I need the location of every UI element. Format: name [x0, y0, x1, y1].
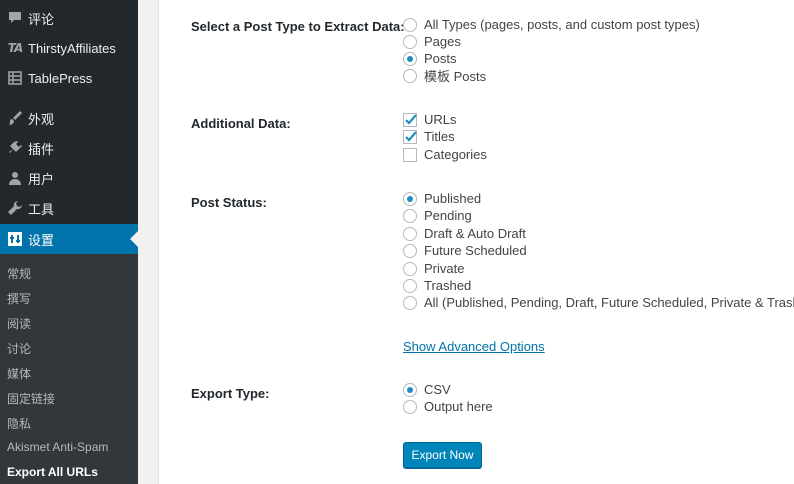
option-label: All (Published, Pending, Draft, Future S… [424, 295, 794, 310]
menu-item-comments[interactable]: 评论 [0, 3, 138, 33]
radio-button[interactable] [403, 34, 417, 49]
menu-item-users[interactable]: 用户 [0, 163, 138, 193]
radio-button[interactable] [403, 243, 417, 258]
post-status-option-draft[interactable]: Draft & Auto Draft [403, 225, 526, 242]
post-status-option-published[interactable]: Published [403, 190, 481, 207]
menu-item-tablepress[interactable]: TablePress [0, 63, 138, 93]
option-label: CSV [424, 382, 451, 397]
show-advanced-options-link[interactable]: Show Advanced Options [403, 339, 545, 354]
menu-item-label: ThirstyAffiliates [28, 40, 116, 56]
post-type-option-all[interactable]: All Types (pages, posts, and custom post… [403, 16, 700, 33]
menu-item-tools[interactable]: 工具 [0, 193, 138, 223]
active-menu-arrow [130, 231, 138, 247]
export-settings-form: Select a Post Type to Extract Data: All … [158, 0, 794, 484]
export-type-option-csv[interactable]: CSV [403, 381, 451, 398]
admin-sidebar: 评论 TA ThirstyAffiliates TablePress 外观 插件 [0, 0, 138, 484]
menu-item-label: 设置 [28, 232, 55, 248]
option-label: Posts [424, 51, 457, 66]
post-status-option-all[interactable]: All (Published, Pending, Draft, Future S… [403, 294, 794, 311]
menu-item-label: 插件 [28, 141, 55, 157]
menu-item-label: TablePress [28, 70, 93, 86]
submenu-item-export-all-urls[interactable]: Export All URLs [7, 465, 98, 479]
radio-button-selected[interactable] [403, 51, 417, 66]
post-status-option-pending[interactable]: Pending [403, 207, 472, 224]
radio-button[interactable] [403, 208, 417, 223]
submenu-item-permalinks[interactable]: 固定链接 [7, 390, 55, 407]
paintbrush-icon [5, 108, 25, 128]
radio-button[interactable] [403, 226, 417, 241]
thirstyaffiliates-logo-icon: TA [5, 38, 25, 58]
radio-button-selected[interactable] [403, 191, 417, 206]
option-label: Trashed [424, 278, 472, 293]
menu-item-label: 用户 [28, 171, 55, 187]
additional-data-label: Additional Data: [191, 116, 291, 131]
table-icon [5, 68, 25, 88]
post-status-option-future[interactable]: Future Scheduled [403, 242, 527, 259]
menu-item-label: 工具 [28, 201, 55, 217]
post-status-label: Post Status: [191, 195, 267, 210]
option-label: Categories [424, 147, 487, 162]
option-label: Future Scheduled [424, 243, 527, 258]
post-type-option-pages[interactable]: Pages [403, 33, 461, 50]
user-icon [5, 168, 25, 188]
main-content: Select a Post Type to Extract Data: All … [138, 0, 794, 484]
checkmark-icon [405, 113, 417, 125]
submenu-item-discussion[interactable]: 讨论 [7, 340, 31, 357]
additional-data-option-titles[interactable]: Titles [403, 128, 455, 145]
plugin-icon [5, 138, 25, 158]
additional-data-option-categories[interactable]: Categories [403, 146, 487, 163]
menu-item-label: 外观 [28, 111, 55, 127]
option-label: 模板 Posts [424, 69, 487, 84]
radio-button-selected[interactable] [403, 382, 417, 397]
option-label: Output here [424, 399, 493, 414]
post-type-option-template-posts[interactable]: 模板 Posts [403, 67, 486, 84]
post-status-option-private[interactable]: Private [403, 260, 464, 277]
option-label: Titles [424, 129, 455, 144]
option-label: Draft & Auto Draft [424, 226, 526, 241]
option-label: Private [424, 261, 465, 276]
submenu-item-general[interactable]: 常规 [7, 265, 31, 282]
menu-item-plugins[interactable]: 插件 [0, 133, 138, 163]
checkbox-checked[interactable] [403, 129, 417, 144]
wrench-icon [5, 198, 25, 218]
option-label: All Types (pages, posts, and custom post… [424, 17, 700, 32]
menu-item-settings[interactable]: 设置 [0, 224, 138, 254]
settings-icon [5, 229, 25, 249]
radio-button[interactable] [403, 399, 417, 414]
menu-item-appearance[interactable]: 外观 [0, 103, 138, 133]
checkbox[interactable] [403, 147, 417, 162]
additional-data-option-urls[interactable]: URLs [403, 111, 457, 128]
checkmark-icon [405, 130, 417, 142]
post-type-option-posts[interactable]: Posts [403, 50, 457, 67]
checkbox-checked[interactable] [403, 112, 417, 127]
radio-button[interactable] [403, 278, 417, 293]
option-label: Pages [424, 34, 461, 49]
submenu-item-privacy[interactable]: 隐私 [7, 415, 31, 432]
comment-icon [5, 8, 25, 28]
submenu-item-media[interactable]: 媒体 [7, 365, 31, 382]
post-type-label: Select a Post Type to Extract Data: [191, 19, 405, 34]
option-label: Published [424, 191, 482, 206]
menu-item-thirstyaffiliates[interactable]: TA ThirstyAffiliates [0, 33, 138, 63]
submenu-item-reading[interactable]: 阅读 [7, 315, 31, 332]
thirstyaffiliates-logo-text: TA [7, 41, 24, 55]
settings-submenu: 常规 撰写 阅读 讨论 媒体 固定链接 隐私 Akismet Anti-Spam… [0, 254, 138, 484]
option-label: URLs [424, 112, 457, 127]
radio-button[interactable] [403, 261, 417, 276]
export-type-label: Export Type: [191, 386, 270, 401]
post-status-option-trashed[interactable]: Trashed [403, 277, 471, 294]
export-type-option-output-here[interactable]: Output here [403, 398, 493, 415]
menu-item-label: 评论 [28, 11, 55, 27]
submenu-item-akismet[interactable]: Akismet Anti-Spam [7, 440, 108, 454]
submenu-item-writing[interactable]: 撰写 [7, 290, 31, 307]
radio-button[interactable] [403, 68, 417, 83]
radio-button[interactable] [403, 295, 417, 310]
radio-button[interactable] [403, 17, 417, 32]
export-now-button[interactable]: Export Now [403, 442, 482, 468]
option-label: Pending [424, 208, 472, 223]
